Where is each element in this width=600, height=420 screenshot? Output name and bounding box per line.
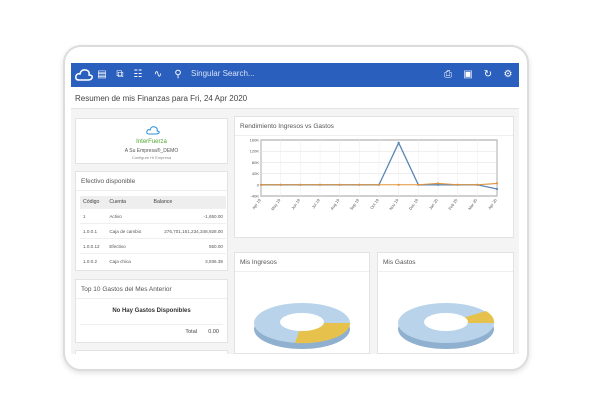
chart-y-tick-label: 120K xyxy=(250,149,260,154)
table-header-row: Código Cuenta Balance xyxy=(80,196,226,209)
chart-point xyxy=(476,183,479,186)
divider xyxy=(378,271,513,272)
col-code[interactable]: Código xyxy=(80,196,107,209)
page-title: Resumen de mis Finanzas para Fri, 24 Apr… xyxy=(75,94,248,103)
total-value: 0.00 xyxy=(208,329,219,335)
gear-icon[interactable]: ⚙ xyxy=(501,68,515,82)
chart-title: Rendimiento Ingresos vs Gastos xyxy=(240,123,334,130)
total-label: Total xyxy=(185,329,197,335)
cell-account: Efectivo xyxy=(106,238,151,254)
cash-title: Efectivo disponible xyxy=(81,178,136,185)
chart-x-tick-label: Mar 20 xyxy=(467,197,479,211)
chart-point xyxy=(279,183,282,186)
no-expenses-message: No Hay Gastos Disponibles xyxy=(112,308,191,314)
table-row[interactable]: 1.0.0.12 Efectivo 550.00 xyxy=(80,238,226,254)
income-donut-hole xyxy=(280,313,324,331)
chart-y-tick-label: 0 xyxy=(257,182,260,187)
expenses-pie-title: Mis Gastos xyxy=(383,259,416,266)
table-row[interactable]: 1.0.0.1 Caja de cambio 276,701,161,234,3… xyxy=(80,223,226,239)
cell-balance: -1,650.00 xyxy=(150,208,226,224)
chart-x-tick-label: Apr 20 xyxy=(487,197,498,210)
chart-point xyxy=(318,183,322,186)
search-icon[interactable]: ⚲ xyxy=(171,68,185,82)
chart-point xyxy=(338,183,341,186)
share-icon[interactable]: ⧉ xyxy=(113,68,127,82)
expenses-donut-hole xyxy=(424,313,468,331)
cloud-icon[interactable] xyxy=(75,67,93,83)
table-row[interactable]: 1 Activo -1,650.00 xyxy=(80,208,226,224)
chart-y-tick-label: 80K xyxy=(252,160,259,165)
col-balance[interactable]: Balance xyxy=(150,196,226,209)
chart-x-tick-label: Feb 20 xyxy=(447,197,459,211)
chart-x-tick-label: May 19 xyxy=(270,197,282,211)
chart-point xyxy=(417,183,420,186)
divider xyxy=(235,271,369,272)
company-config[interactable]: Configure Hi Empresa xyxy=(76,155,227,160)
company-name: A Su Empresa®_DEMO xyxy=(124,148,179,154)
window-icon[interactable]: ▣ xyxy=(461,68,475,82)
chart-point xyxy=(397,183,400,186)
page-header: Resumen de mis Finanzas para Fri, 24 Apr… xyxy=(71,87,519,109)
chart-x-tick-label: Aug 19 xyxy=(329,197,341,211)
chart-point xyxy=(456,183,459,186)
chart-point xyxy=(358,183,361,186)
income-panel: Mis Ingresos xyxy=(234,252,370,354)
cell-code: 1 xyxy=(80,208,107,224)
col-account[interactable]: Cuenta xyxy=(106,196,151,209)
chart-point xyxy=(495,182,499,185)
chart-x-tick-label: Sep 19 xyxy=(349,197,361,211)
cell-balance: 3,936.39 xyxy=(150,253,226,269)
app-screen: ▤ ⧉ ☷ ∿ ⚲ Singular Search... ⎙ ▣ ↻ ⚙ Res… xyxy=(71,63,519,354)
performance-chart-panel: Rendimiento Ingresos vs Gastos -40K 0 40K 8… xyxy=(234,116,514,238)
chart-x-tick-label: Jul 19 xyxy=(311,197,322,209)
divider xyxy=(76,298,227,299)
chart-icon[interactable]: ∿ xyxy=(151,68,165,82)
chart-point xyxy=(436,182,440,185)
expenses-panel: Mis Gastos xyxy=(377,252,514,354)
table-icon[interactable]: ☷ xyxy=(131,68,145,82)
table-row[interactable]: 1.0.0.2 Caja chica 3,936.39 xyxy=(80,253,226,269)
cell-code: 1.0.0.1 xyxy=(80,223,107,239)
printer-icon[interactable]: ⎙ xyxy=(441,68,455,82)
chart-point xyxy=(299,183,302,186)
divider xyxy=(76,190,227,191)
chart-x-tick-label: Jan 20 xyxy=(428,197,439,210)
top-expenses-title: Top 10 Gastos del Mes Anterior xyxy=(81,286,172,293)
chart-x-tick-label: Oct 19 xyxy=(369,197,380,210)
performance-line-chart: -40K 0 40K 80K 120K 160K Apr 19 May 19 Jun 19 Jul… xyxy=(250,138,499,212)
refresh-icon[interactable]: ↻ xyxy=(481,68,495,82)
company-logo-icon xyxy=(146,126,160,135)
bottom-panel-stub xyxy=(75,350,228,354)
document-icon[interactable]: ▤ xyxy=(95,68,109,82)
cell-account: Caja chica xyxy=(106,253,151,269)
cell-code: 1.0.0.2 xyxy=(80,253,107,269)
cell-balance: 550.00 xyxy=(150,238,226,254)
chart-point xyxy=(495,187,499,191)
top-expenses-panel: Top 10 Gastos del Mes Anterior No Hay Ga… xyxy=(75,279,228,343)
income-title: Mis Ingresos xyxy=(240,259,277,266)
company-panel: InterFuerza A Su Empresa®_DEMO Configure… xyxy=(75,118,228,164)
expenses-donut-chart xyxy=(398,303,495,349)
cell-balance: 276,701,161,234,348,928.00 xyxy=(150,223,226,239)
cash-panel: Efectivo disponible Código Cuenta Balanc… xyxy=(75,171,228,271)
income-donut-chart xyxy=(254,303,351,349)
chart-y-tick-label: -40K xyxy=(251,194,260,199)
total-row: Total 0.00 xyxy=(80,324,223,338)
top-toolbar: ▤ ⧉ ☷ ∿ ⚲ Singular Search... ⎙ ▣ ↻ ⚙ xyxy=(71,63,519,87)
chart-point xyxy=(259,183,263,186)
chart-x-tick-label: Jun 19 xyxy=(290,197,301,210)
cell-account: Caja de cambio xyxy=(106,223,151,239)
cell-account: Activo xyxy=(106,208,151,224)
chart-point xyxy=(377,183,381,186)
cell-code: 1.0.0.12 xyxy=(80,238,107,254)
chart-y-tick-label: 160K xyxy=(250,138,260,143)
company-logo-text: InterFuerza xyxy=(136,139,167,145)
chart-x-tick-label: Apr 19 xyxy=(251,197,262,210)
cash-table: Código Cuenta Balance 1 Activo -1,650.00… xyxy=(80,196,226,269)
chart-y-tick-label: 40K xyxy=(252,171,259,176)
chart-x-tick-label: Dec 19 xyxy=(408,197,420,211)
search-input[interactable]: Singular Search... xyxy=(191,69,255,78)
chart-point xyxy=(397,141,400,144)
chart-x-tick-label: Nov 19 xyxy=(388,197,400,211)
